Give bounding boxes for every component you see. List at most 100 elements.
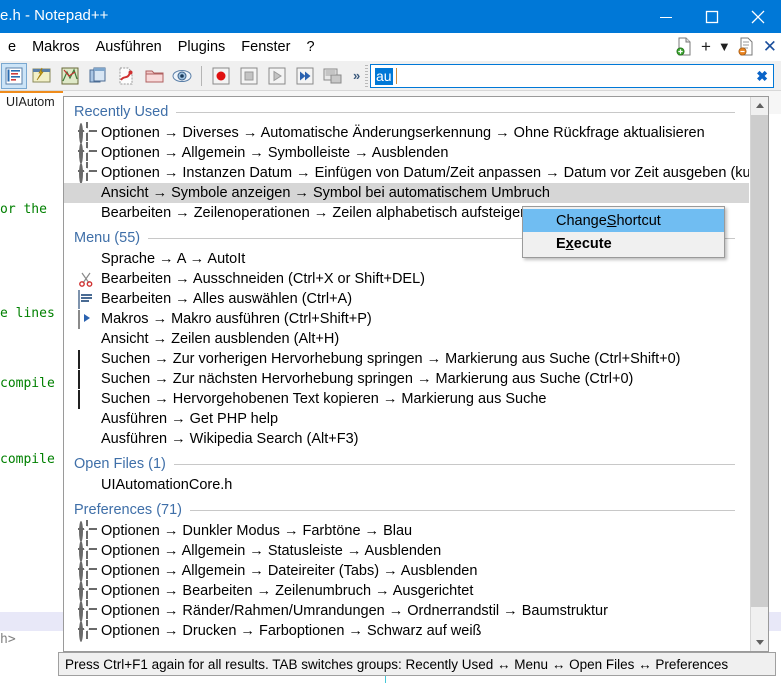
dropdown-arrow-icon[interactable]: ▼ (718, 38, 731, 56)
search-input[interactable]: au ✖ (370, 64, 774, 88)
no-icon (78, 251, 94, 267)
list-item[interactable]: Ansicht → Zeilen ausblenden (Alt+H) (64, 329, 749, 349)
new-document-icon[interactable] (676, 37, 694, 57)
scrollbar-thumb[interactable] (751, 115, 768, 607)
scroll-up-button[interactable] (751, 97, 768, 114)
no-icon (78, 431, 94, 447)
editor-tab[interactable]: UIAutom (0, 90, 63, 114)
list-item[interactable]: Optionen → Allgemein → Statusleiste → Au… (64, 541, 749, 562)
list-item-label: Ansicht → Symbole anzeigen → Symbol bei … (101, 185, 550, 201)
notepadpp-window: UIAutom or the e lines compile compile h… (0, 0, 781, 683)
list-item-label: UIAutomationCore.h (101, 477, 233, 493)
toolbar-btn-function-list[interactable] (29, 63, 55, 89)
gear-icon (78, 621, 94, 642)
gear-icon (78, 541, 94, 562)
list-item[interactable]: Optionen → Dunkler Modus → Farbtöne → Bl… (64, 521, 749, 542)
menu-item-help[interactable]: ? (298, 36, 322, 58)
list-item-label: Optionen → Ränder/Rahmen/Umrandungen → O… (101, 603, 608, 619)
toolbar-btn-document-map-2[interactable] (57, 63, 83, 89)
ctx-label-post: ecute (573, 235, 612, 252)
toolbar-btn-open-folder[interactable] (141, 63, 167, 89)
editor-code-line: e lines (0, 306, 55, 321)
ctx-label-pre: Change (556, 212, 607, 229)
red-square-icon (78, 390, 94, 409)
list-item-label: Optionen → Bearbeiten → Zeilenumbruch → … (101, 583, 474, 599)
toolbar-overflow-icon[interactable]: » (353, 68, 360, 83)
list-item[interactable]: Suchen → Hervorgehobenen Text kopieren →… (64, 389, 749, 409)
list-item-label: Suchen → Zur vorherigen Hervorhebung spr… (101, 351, 681, 367)
list-item[interactable]: Optionen → Bearbeiten → Zeilenumbruch → … (64, 581, 749, 602)
toolbar-btn-run-multiple[interactable] (292, 63, 318, 89)
toolbar-btn-clone-document[interactable] (85, 63, 111, 89)
search-clear-button[interactable]: ✖ (756, 68, 768, 85)
red-square-icon (78, 350, 94, 369)
section-header-preferences: Preferences (71) (64, 499, 749, 521)
gear-icon (78, 521, 94, 542)
toolbar-separator (201, 65, 202, 86)
menu-item-datei[interactable]: e (0, 36, 24, 58)
list-item-label: Optionen → Drucken → Farboptionen → Schw… (101, 623, 482, 639)
section-title: Preferences (71) (74, 502, 182, 518)
section-title: Open Files (1) (74, 456, 166, 472)
gear-icon (78, 163, 94, 184)
palette-scrollbar[interactable] (750, 97, 768, 651)
section-rule (173, 463, 735, 465)
section-rule (190, 509, 735, 511)
maximize-button[interactable] (689, 0, 735, 33)
list-item[interactable]: Bearbeiten → Alles auswählen (Ctrl+A) (64, 289, 749, 309)
close-document-icon[interactable] (738, 37, 756, 57)
plus-icon[interactable]: + (701, 38, 711, 56)
toolbar-btn-record-macro[interactable] (208, 63, 234, 89)
editor-caret (385, 676, 386, 683)
context-menu-change-shortcut[interactable]: Change Shortcut (523, 209, 724, 232)
list-item-selected[interactable]: Ansicht → Symbole anzeigen → Symbol bei … (64, 183, 749, 203)
list-item[interactable]: Suchen → Zur vorherigen Hervorhebung spr… (64, 349, 749, 369)
list-item[interactable]: Suchen → Zur nächsten Hervorhebung sprin… (64, 369, 749, 389)
list-item[interactable]: Makros → Makro ausführen (Ctrl+Shift+P) (64, 309, 749, 329)
menu-item-makros[interactable]: Makros (24, 36, 88, 58)
menu-item-ausfuehren[interactable]: Ausführen (88, 36, 170, 58)
toolbar-btn-stop-recording[interactable] (236, 63, 262, 89)
list-item[interactable]: Optionen → Diverses → Automatische Änder… (64, 123, 749, 144)
list-item[interactable]: Ausführen → Wikipedia Search (Alt+F3) (64, 429, 749, 449)
list-item[interactable]: UIAutomationCore.h (64, 475, 749, 495)
context-menu-execute[interactable]: Ex ecute (523, 232, 724, 255)
window-title: e.h - Notepad++ (0, 7, 109, 24)
red-square-icon (78, 370, 94, 389)
list-item[interactable]: Optionen → Instanzen Datum → Einfügen vo… (64, 163, 749, 184)
toolbar-btn-monitoring[interactable] (169, 63, 195, 89)
search-input-value: au (375, 68, 393, 85)
close-button[interactable] (735, 0, 781, 33)
list-item-label: Optionen → Allgemein → Statusleiste → Au… (101, 543, 442, 559)
no-icon (78, 411, 94, 427)
list-item[interactable]: Ausführen → Get PHP help (64, 409, 749, 429)
command-palette-list: Recently Used Optionen → Diverses → Auto… (64, 97, 749, 651)
gear-icon (78, 581, 94, 602)
gear-icon (78, 123, 94, 144)
toolbar-btn-play-macro[interactable] (264, 63, 290, 89)
toolbar-btn-folder-workspace[interactable] (113, 63, 139, 89)
list-item[interactable]: Optionen → Ränder/Rahmen/Umrandungen → O… (64, 601, 749, 622)
list-item-label: Optionen → Instanzen Datum → Einfügen vo… (101, 165, 749, 181)
gear-icon (78, 561, 94, 582)
list-item[interactable]: Bearbeiten → Ausschneiden (Ctrl+X or Shi… (64, 269, 749, 289)
toolbar-grip[interactable] (365, 64, 369, 87)
scroll-down-button[interactable] (751, 634, 768, 651)
list-item[interactable]: Optionen → Allgemein → Dateireiter (Tabs… (64, 561, 749, 582)
list-item-label: Sprache → A → AutoIt (101, 251, 246, 267)
no-icon (78, 205, 94, 221)
search-caret (396, 68, 397, 84)
list-item-label: Optionen → Allgemein → Dateireiter (Tabs… (101, 563, 478, 579)
toolbar-btn-save-macro[interactable] (320, 63, 346, 89)
x-close-icon[interactable]: ✕ (763, 38, 777, 56)
list-item[interactable]: Optionen → Drucken → Farboptionen → Schw… (64, 621, 749, 642)
list-item-label: Optionen → Diverses → Automatische Änder… (101, 125, 705, 141)
list-item[interactable]: Optionen → Allgemein → Symbolleiste → Au… (64, 143, 749, 164)
minimize-button[interactable] (643, 0, 689, 33)
editor-code-line: h> (0, 632, 16, 647)
toolbar-btn-document-map[interactable] (1, 62, 27, 89)
section-header-recently-used: Recently Used (64, 101, 749, 123)
section-title: Recently Used (74, 104, 169, 120)
menu-item-fenster[interactable]: Fenster (233, 36, 298, 58)
menu-item-plugins[interactable]: Plugins (170, 36, 234, 58)
